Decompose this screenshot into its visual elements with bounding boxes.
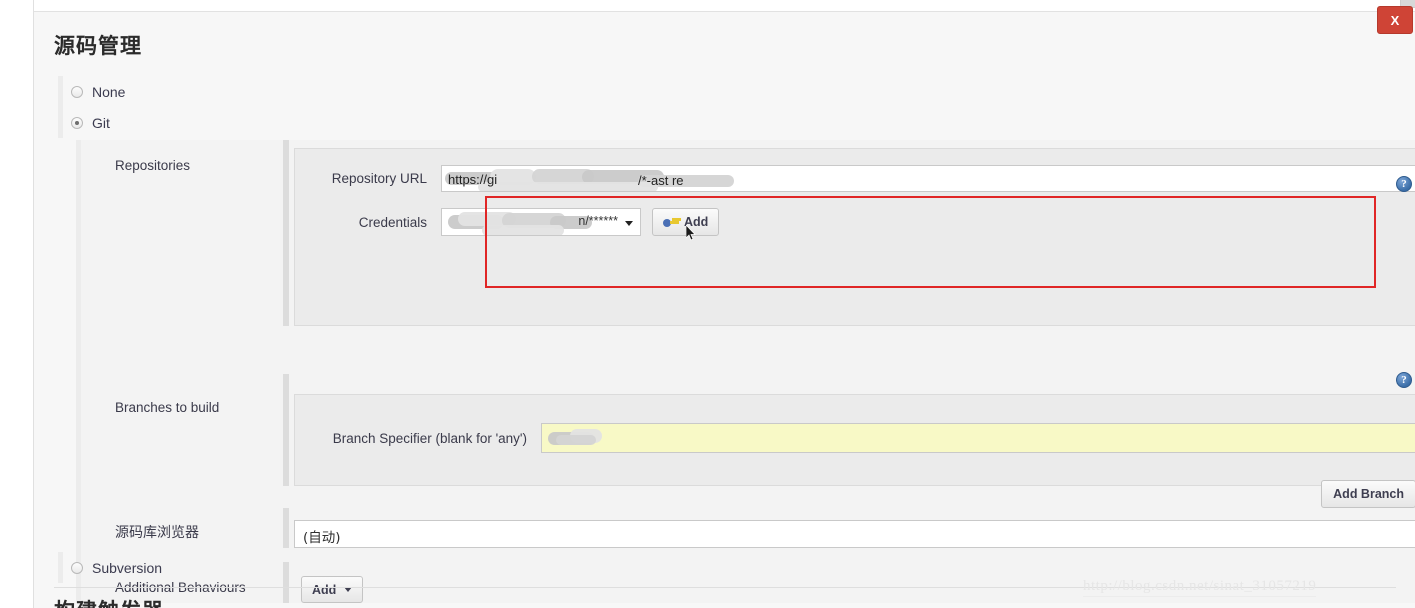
repository-browser-selected: (自动) — [303, 530, 341, 546]
repository-browser-value: (自动) — [283, 508, 1415, 548]
radio-git-icon[interactable] — [71, 116, 83, 129]
credentials-caret-icon — [625, 221, 633, 226]
repository-browser-select[interactable]: (自动) — [294, 520, 1415, 548]
radio-subversion-icon[interactable] — [71, 561, 83, 574]
scm-option-none[interactable]: None — [58, 76, 1415, 107]
add-credentials-button[interactable]: Add — [652, 208, 720, 236]
repository-url-row: Repository URL https://gi /*-ast re — [295, 165, 1415, 192]
repositories-label: Repositories — [115, 158, 191, 173]
credentials-label: Credentials — [358, 214, 427, 230]
key-icon — [663, 217, 679, 228]
branches-row: Branches to build Branch Specifier (blan… — [81, 374, 1415, 508]
add-behaviour-label: Add — [312, 582, 337, 597]
credentials-row: Credentials n/****** Add — [295, 208, 1415, 236]
branches-value: Branch Specifier (blank for 'any') Add B… — [283, 374, 1415, 508]
git-config-body: Repositories Repository URL https://gi /… — [76, 140, 1415, 603]
repositories-row: Repositories Repository URL https://gi /… — [81, 140, 1415, 326]
blog-watermark: http://blog.csdn.net/sinat_31057219 — [1083, 578, 1317, 597]
add-branch-button[interactable]: Add Branch — [1321, 480, 1415, 508]
branch-specifier-row: Branch Specifier (blank for 'any') — [295, 423, 1415, 453]
repository-panel: Repository URL https://gi /*-ast re Cred… — [294, 148, 1415, 326]
credentials-select[interactable]: n/****** — [441, 208, 641, 236]
branch-specifier-label: Branch Specifier (blank for 'any') — [332, 430, 527, 446]
config-page: 源码管理 None Git Repositories Repository UR… — [33, 0, 1415, 608]
scm-option-none-label: None — [92, 83, 126, 100]
branch-specifier-input[interactable] — [541, 423, 1415, 453]
scm-radio-group: None Git — [58, 76, 1415, 138]
scm-option-git[interactable]: Git — [58, 107, 1415, 138]
repository-url-label: Repository URL — [331, 171, 427, 186]
next-section-title: 构建触发器 — [54, 595, 164, 608]
scm-option-git-label: Git — [92, 114, 110, 131]
repository-url-input[interactable]: https://gi /*-ast re — [441, 165, 1415, 192]
page-top-strip — [34, 0, 1415, 12]
radio-none-icon[interactable] — [71, 85, 83, 98]
branch-panel: Branch Specifier (blank for 'any') — [294, 394, 1415, 486]
repositories-value: Repository URL https://gi /*-ast re Cred… — [283, 140, 1415, 326]
repository-browser-label: 源码库浏览器 — [115, 525, 199, 541]
help-question-icon-branch[interactable]: ? — [1396, 372, 1412, 388]
page-title: 源码管理 — [54, 34, 142, 58]
delete-branch-button[interactable]: X — [1377, 6, 1413, 34]
scm-option-subversion-label: Subversion — [92, 559, 163, 576]
branches-label: Branches to build — [115, 400, 220, 415]
help-question-icon-repository[interactable]: ? — [1396, 176, 1412, 192]
add-credentials-label: Add — [684, 215, 709, 229]
repository-browser-row: 源码库浏览器 (自动) — [81, 508, 1415, 548]
